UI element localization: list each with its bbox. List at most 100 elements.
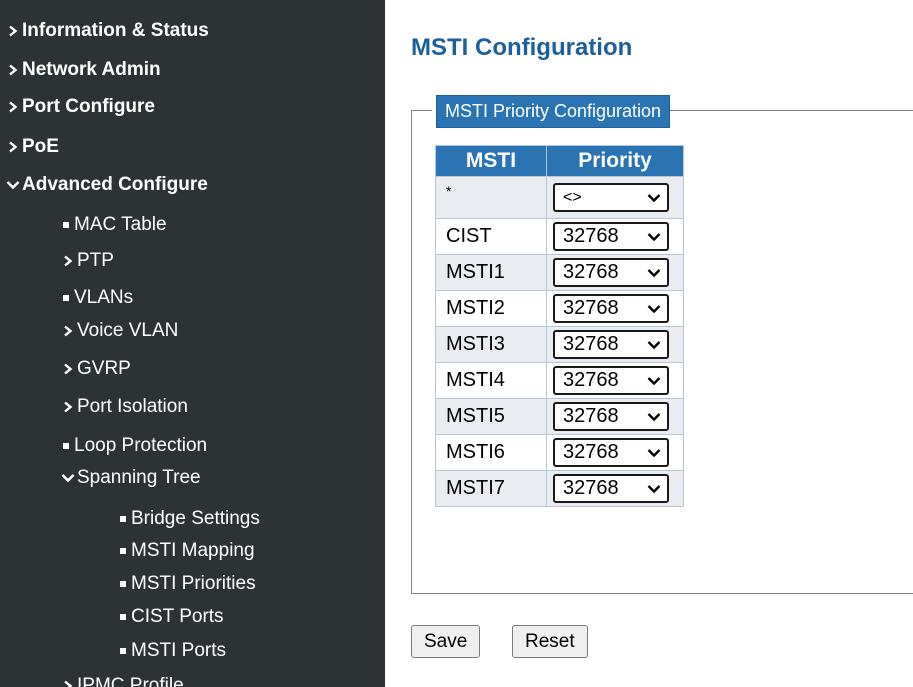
- sidebar-item-label: Loop Protection: [74, 435, 208, 456]
- chevron-down-icon: [647, 449, 661, 458]
- bullet-icon: [61, 436, 71, 456]
- msti-label: MSTI5: [435, 398, 547, 435]
- reset-button[interactable]: Reset: [512, 625, 588, 658]
- priority-select-value: 32768: [563, 405, 619, 427]
- sidebar-item-cist-ports[interactable]: CIST Ports: [118, 606, 224, 628]
- bullet-icon: [118, 541, 128, 561]
- sidebar-item-network-admin[interactable]: Network Admin: [6, 59, 161, 81]
- priority-select-value: 32768: [563, 369, 619, 391]
- chevron-right-icon: [6, 21, 20, 41]
- sidebar-item-label: VLANs: [74, 287, 134, 308]
- sidebar-nav: Information & Status Network Admin Port …: [0, 0, 385, 687]
- msti-label: MSTI7: [435, 470, 547, 507]
- sidebar-item-label: Information & Status: [22, 20, 209, 41]
- msti-label: MSTI2: [435, 290, 547, 327]
- chevron-down-icon: [647, 413, 661, 422]
- page-title: MSTI Configuration: [411, 34, 633, 61]
- sidebar-item-label: Advanced Configure: [22, 174, 208, 195]
- sidebar-item-msti-mapping[interactable]: MSTI Mapping: [118, 540, 255, 562]
- sidebar-item-mac-table[interactable]: MAC Table: [61, 214, 167, 236]
- table-row: MSTI6 32768: [435, 434, 684, 471]
- table-row: MSTI4 32768: [435, 362, 684, 399]
- priority-select-value: 32768: [563, 441, 619, 463]
- table-row: CIST 32768: [435, 218, 684, 255]
- sidebar-item-label: PoE: [22, 136, 59, 157]
- save-button[interactable]: Save: [411, 625, 481, 658]
- sidebar-item-poe[interactable]: PoE: [6, 136, 59, 158]
- sidebar-item-label: MSTI Priorities: [131, 573, 256, 594]
- priority-select-value: 32768: [563, 297, 619, 319]
- msti-priority-table: MSTI Priority * <> CIST 32768 MSTI1 3276…: [435, 145, 684, 507]
- table-row: MSTI5 32768: [435, 398, 684, 435]
- sidebar-item-label: Bridge Settings: [131, 508, 260, 529]
- fieldset-legend: MSTI Priority Configuration: [436, 95, 671, 128]
- sidebar-item-loop-protection[interactable]: Loop Protection: [61, 435, 207, 457]
- priority-select-msti4[interactable]: 32768: [553, 366, 669, 395]
- chevron-right-icon: [6, 137, 20, 157]
- priority-select-value: 32768: [563, 225, 619, 247]
- chevron-down-icon: [647, 485, 661, 494]
- sidebar-item-label: IPMC Profile: [77, 675, 184, 687]
- column-header-priority: Priority: [546, 145, 684, 177]
- table-row: MSTI1 32768: [435, 254, 684, 291]
- sidebar-item-information-status[interactable]: Information & Status: [6, 20, 209, 42]
- bullet-icon: [118, 641, 128, 661]
- table-row: MSTI7 32768: [435, 470, 684, 507]
- priority-select-msti7[interactable]: 32768: [553, 474, 669, 503]
- priority-select-msti2[interactable]: 32768: [553, 294, 669, 323]
- sidebar-item-port-isolation[interactable]: Port Isolation: [61, 396, 188, 418]
- sidebar-item-spanning-tree[interactable]: Spanning Tree: [61, 467, 201, 489]
- priority-select-msti6[interactable]: 32768: [553, 438, 669, 467]
- sidebar-item-label: CIST Ports: [131, 606, 224, 627]
- priority-select-cist[interactable]: 32768: [553, 222, 669, 251]
- priority-select-value: 32768: [563, 477, 619, 499]
- sidebar-item-msti-priorities[interactable]: MSTI Priorities: [118, 573, 256, 595]
- sidebar-item-ipmc-profile[interactable]: IPMC Profile: [61, 675, 184, 687]
- chevron-right-icon: [61, 251, 75, 271]
- app-window: Information & Status Network Admin Port …: [0, 0, 913, 687]
- bullet-icon: [118, 607, 128, 627]
- chevron-down-icon: [647, 194, 661, 203]
- sidebar-item-label: Port Isolation: [77, 396, 188, 417]
- priority-select-msti3[interactable]: 32768: [553, 330, 669, 359]
- sidebar-item-advanced-configure[interactable]: Advanced Configure: [6, 174, 208, 196]
- table-row-star: * <>: [435, 176, 684, 219]
- sidebar-item-label: PTP: [77, 250, 114, 271]
- sidebar-item-msti-ports[interactable]: MSTI Ports: [118, 640, 226, 662]
- chevron-down-icon: [647, 377, 661, 386]
- sidebar-item-label: Network Admin: [22, 59, 161, 80]
- msti-label-star: *: [435, 176, 547, 219]
- sidebar-item-label: Voice VLAN: [77, 320, 179, 341]
- bullet-icon: [118, 574, 128, 594]
- bullet-icon: [61, 288, 71, 308]
- sidebar-item-label: GVRP: [77, 358, 131, 379]
- msti-label: MSTI6: [435, 434, 547, 471]
- bullet-icon: [61, 215, 71, 235]
- table-row: MSTI3 32768: [435, 326, 684, 363]
- chevron-right-icon: [61, 359, 75, 379]
- sidebar-item-label: Spanning Tree: [77, 467, 201, 488]
- msti-label: MSTI4: [435, 362, 547, 399]
- priority-select-value: 32768: [563, 261, 619, 283]
- chevron-down-icon: [647, 269, 661, 278]
- chevron-right-icon: [61, 321, 75, 341]
- chevron-down-icon: [647, 341, 661, 350]
- chevron-right-icon: [6, 60, 20, 80]
- chevron-right-icon: [61, 676, 75, 687]
- sidebar-item-port-configure[interactable]: Port Configure: [6, 96, 155, 118]
- chevron-right-icon: [6, 97, 20, 117]
- sidebar-item-gvrp[interactable]: GVRP: [61, 358, 131, 380]
- sidebar-item-label: MSTI Ports: [131, 640, 227, 661]
- sidebar-item-label: MAC Table: [74, 214, 167, 235]
- priority-select-msti5[interactable]: 32768: [553, 402, 669, 431]
- table-row: MSTI2 32768: [435, 290, 684, 327]
- sidebar-item-bridge-settings[interactable]: Bridge Settings: [118, 508, 260, 530]
- sidebar-item-vlans[interactable]: VLANs: [61, 287, 133, 309]
- chevron-down-icon: [647, 305, 661, 314]
- priority-select-msti1[interactable]: 32768: [553, 258, 669, 287]
- sidebar-item-ptp[interactable]: PTP: [61, 250, 114, 272]
- sidebar-item-label: MSTI Mapping: [131, 540, 255, 561]
- chevron-down-icon: [6, 175, 20, 195]
- sidebar-item-voice-vlan[interactable]: Voice VLAN: [61, 320, 178, 342]
- priority-select-all[interactable]: <>: [553, 183, 669, 212]
